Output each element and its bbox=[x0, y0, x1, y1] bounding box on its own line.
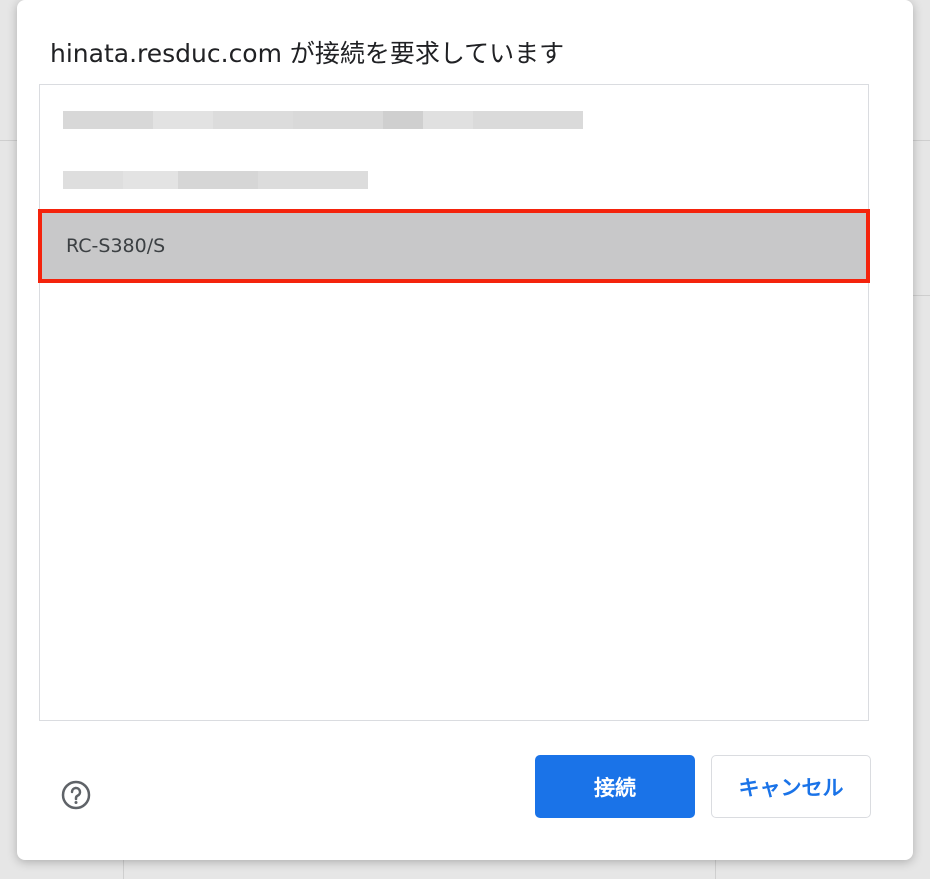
background-divider bbox=[715, 860, 716, 879]
device-item-blurred[interactable] bbox=[40, 147, 868, 213]
device-item-selected[interactable]: RC-S380/S bbox=[38, 209, 870, 283]
device-item-label: RC-S380/S bbox=[66, 235, 166, 257]
connect-button[interactable]: 接続 bbox=[535, 755, 695, 818]
background-divider bbox=[913, 140, 930, 141]
cancel-button[interactable]: キャンセル bbox=[711, 755, 871, 818]
device-item-blurred[interactable] bbox=[40, 87, 868, 153]
help-circle-icon[interactable] bbox=[61, 780, 91, 810]
background-divider bbox=[123, 860, 124, 879]
blurred-device-name bbox=[40, 87, 583, 153]
device-list[interactable]: RC-S380/S bbox=[38, 84, 870, 721]
background-divider bbox=[0, 140, 17, 141]
background-divider bbox=[913, 295, 930, 296]
blurred-device-name bbox=[40, 147, 368, 213]
device-chooser-dialog: hinata.resduc.com が接続を要求しています RC-S380/S … bbox=[17, 0, 913, 860]
dialog-title: hinata.resduc.com が接続を要求しています bbox=[50, 39, 565, 68]
